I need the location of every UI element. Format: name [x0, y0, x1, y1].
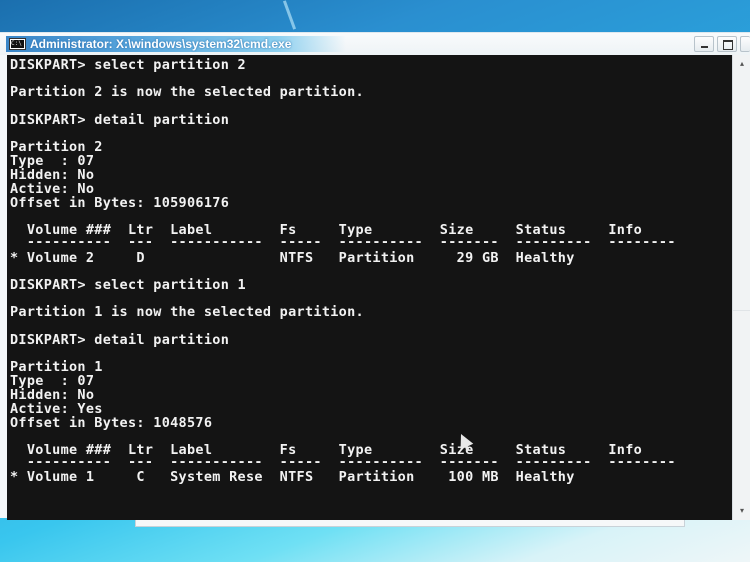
desktop-wallpaper-streak [282, 0, 297, 30]
minimize-button[interactable] [694, 36, 714, 52]
maximize-button[interactable] [717, 36, 737, 52]
title-bar[interactable]: Administrator: X:\windows\system32\cmd.e… [0, 33, 750, 55]
close-button[interactable] [740, 36, 750, 52]
scrollbar-thumb[interactable] [733, 310, 750, 311]
title-strip: Administrator: X:\windows\system32\cmd.e… [6, 36, 346, 52]
console-line: Offset in Bytes: 105906176 [10, 195, 230, 211]
window-controls [694, 36, 750, 52]
console-line: Active: Yes [10, 401, 103, 417]
console-line: Partition 2 [10, 139, 103, 155]
console-line: Hidden: No [10, 167, 95, 183]
console-line: DISKPART> detail partition [10, 112, 230, 128]
console-line: Partition 1 is now the selected partitio… [10, 304, 364, 320]
console-line: Type : 07 [10, 153, 95, 169]
console-line: Active: No [10, 181, 95, 197]
table-separator: ---------- --- ----------- ----- -------… [10, 454, 676, 470]
console-line: Offset in Bytes: 1048576 [10, 415, 213, 431]
cmd-icon[interactable] [9, 38, 26, 50]
cmd-window: Administrator: X:\windows\system32\cmd.e… [0, 32, 750, 520]
console-output[interactable]: DISKPART> select partition 2 Partition 2… [7, 55, 732, 520]
console-line: Type : 07 [10, 373, 95, 389]
scroll-down-arrow-icon[interactable]: ▾ [737, 506, 747, 516]
table-row: * Volume 2 D NTFS Partition 29 GB Health… [10, 250, 575, 266]
console-line: Hidden: No [10, 387, 95, 403]
console-line: Partition 1 [10, 359, 103, 375]
console-line: DISKPART> select partition 1 [10, 277, 246, 293]
window-title: Administrator: X:\windows\system32\cmd.e… [30, 37, 292, 51]
scroll-up-arrow-icon[interactable]: ▴ [737, 59, 747, 69]
console-line: Partition 2 is now the selected partitio… [10, 84, 364, 100]
console-line: DISKPART> select partition 2 [10, 57, 246, 73]
table-row: * Volume 1 C System Rese NTFS Partition … [10, 469, 575, 485]
table-separator: ---------- --- ----------- ----- -------… [10, 234, 676, 250]
vertical-scrollbar[interactable]: ▴ ▾ [732, 55, 750, 520]
console-line: DISKPART> detail partition [10, 332, 230, 348]
